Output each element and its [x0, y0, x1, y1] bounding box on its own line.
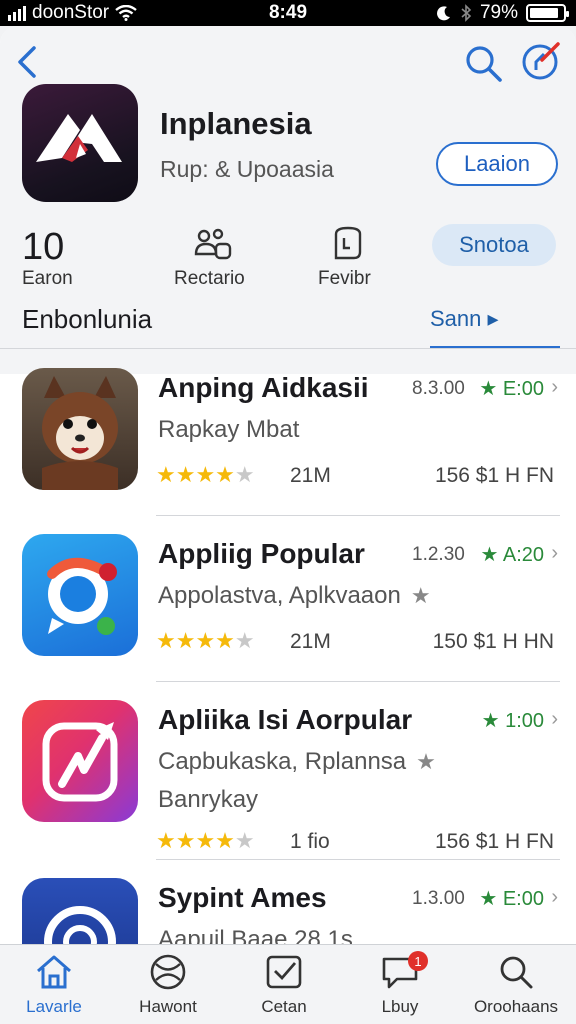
rating-count: 21M — [290, 630, 331, 653]
tab-apps[interactable]: Cetan — [232, 951, 336, 1023]
tab-home[interactable]: Lavarle — [2, 951, 106, 1023]
chevron-right-icon: › — [551, 886, 558, 908]
tab-search[interactable]: Oroohaans — [464, 951, 568, 1023]
tab-label: Lbuy — [381, 997, 419, 1016]
app-subtitle: Rapkay Mbat — [158, 416, 300, 443]
star-rating: ★★★★★ — [156, 628, 255, 653]
chevron-right-icon: › — [551, 708, 558, 730]
see-all-link[interactable]: Sann ▸ — [430, 306, 499, 332]
app-badge: ★ E:00 — [479, 888, 544, 910]
battery-percent: 79% — [479, 2, 518, 23]
tab-games[interactable]: Hawont — [116, 951, 220, 1023]
app-price: 8.3.00 — [412, 378, 465, 399]
tab-label: Hawont — [139, 997, 197, 1016]
app-badge: ★ 1:00 — [481, 710, 544, 732]
search-icon — [500, 956, 533, 989]
app-name: Apliika Isi Aorpular — [158, 704, 413, 735]
app-name: Appliig Popular — [158, 538, 365, 569]
bluetooth-icon — [461, 4, 472, 22]
app-store-page: Inplanesia Rup: & Upoaasia Laaion 10 Ear… — [0, 26, 576, 1024]
checkbox-icon — [266, 955, 302, 989]
battery-icon — [526, 4, 569, 22]
star-rating: ★★★★★ — [156, 828, 255, 853]
stat-label-3: Fevibr — [318, 268, 371, 289]
chevron-right-icon: › — [551, 542, 558, 564]
app-title: Inplanesia — [160, 106, 312, 141]
app-price: 1.3.00 — [412, 888, 465, 909]
app-logo — [22, 84, 138, 202]
people-icon[interactable] — [190, 224, 234, 264]
tab-updates[interactable]: 1 Lbuy — [348, 951, 452, 1023]
notification-badge: 1 — [408, 951, 428, 971]
app-meta: 156 $1 H FN — [434, 830, 554, 853]
status-right: 79% — [436, 2, 569, 24]
home-icon — [37, 955, 71, 989]
app-name: Anping Aidkasii — [158, 372, 369, 403]
tab-label: Lavarle — [26, 997, 82, 1016]
action-pill[interactable]: Snotoa — [432, 224, 556, 266]
app-meta: 156 $1 H FN — [434, 464, 554, 487]
moon-icon — [437, 6, 450, 21]
app-subtitle: Appolastva, Aplkvaaon — [158, 582, 401, 609]
app-price: 1.2.30 — [412, 544, 465, 565]
app-meta: 150 $1 H HN — [432, 630, 554, 653]
search-icon[interactable] — [462, 42, 504, 84]
back-chevron-icon[interactable] — [12, 42, 44, 82]
list-item[interactable]: Appliig Popular Appolastva, Aplkvaaon ★ 1… — [0, 516, 576, 682]
app-subtitle: Rup: & Upoaasia — [160, 156, 334, 182]
app-name: Sypint Ames — [158, 882, 327, 913]
app-badge: ★ E:00 — [479, 378, 544, 400]
get-button[interactable]: Laaion — [436, 142, 558, 186]
app-subtitle-row: Capbukaska, Rplannsa ★ — [158, 748, 436, 776]
list-item[interactable]: Apliika Isi Aorpular Capbukaska, Rplanns… — [0, 682, 576, 860]
app-subtitle-row: Appolastva, Aplkvaaon ★ — [158, 582, 431, 610]
star-icon: ★ — [416, 749, 436, 774]
app-icon-squirrel — [22, 368, 138, 490]
section-title: Enbonlunia — [22, 304, 153, 334]
rating-count: 1 fio — [290, 830, 330, 853]
star-rating: ★★★★★ — [156, 462, 255, 487]
app-subtitle: Capbukaska, Rplannsa — [158, 748, 407, 775]
star-icon: ★ — [410, 583, 431, 608]
ball-icon — [150, 954, 186, 990]
tab-bar: Lavarle Hawont Cetan 1 Lbuy Oroohaans — [0, 944, 576, 1024]
app-header: Inplanesia Rup: & Upoaasia Laaion 10 Ear… — [0, 84, 576, 374]
stat-label-1: Earon — [22, 268, 73, 289]
stat-value: 10 — [22, 226, 65, 268]
compose-icon[interactable] — [520, 40, 562, 82]
bookmark-icon[interactable] — [326, 224, 370, 264]
tab-label: Cetan — [261, 997, 307, 1016]
status-bar: doonStor 8:49 79% — [0, 0, 576, 26]
app-subtitle-2: Banrykay — [158, 786, 259, 813]
stat-label-2: Rectario — [174, 268, 245, 289]
app-badge: ★ A:20 — [480, 544, 544, 566]
app-icon-gradient — [22, 700, 138, 822]
rating-count: 21M — [290, 464, 331, 487]
list-item[interactable]: Anping Aidkasii Rapkay Mbat 8.3.00 ★ E:0… — [0, 350, 576, 516]
app-icon-chat — [22, 534, 138, 656]
tab-label: Oroohaans — [473, 997, 559, 1016]
divider — [0, 348, 576, 349]
chevron-right-icon: › — [551, 376, 558, 398]
